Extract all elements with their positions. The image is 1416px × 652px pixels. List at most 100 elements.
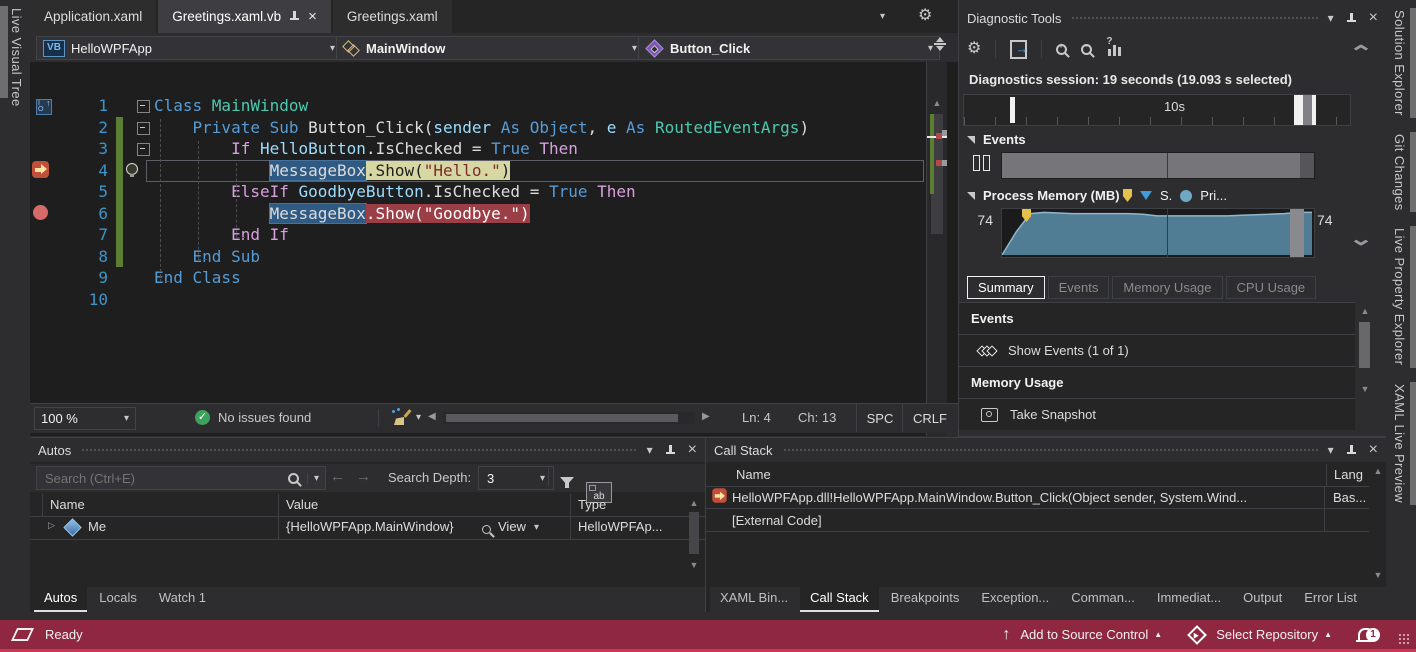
column-name[interactable]: Name bbox=[736, 467, 771, 482]
side-tab[interactable]: XAML Live Preview bbox=[1386, 382, 1416, 505]
editor-vertical-scrollbar[interactable]: ▲ ▼ bbox=[926, 62, 947, 436]
panel-tab[interactable]: Immediat... bbox=[1147, 587, 1231, 612]
add-to-source-control-button[interactable]: Add to Source Control bbox=[1020, 627, 1148, 642]
column-value[interactable]: Value bbox=[286, 497, 318, 512]
panel-tab[interactable]: Watch 1 bbox=[149, 587, 216, 612]
diagnostics-tab[interactable]: CPU Usage bbox=[1226, 276, 1317, 299]
breakpoint-margin[interactable] bbox=[32, 290, 52, 310]
code-cleanup-icon[interactable] bbox=[392, 409, 410, 425]
settings-gear-icon[interactable]: ⚙ bbox=[967, 41, 981, 57]
expander-icon[interactable]: ▷ bbox=[48, 520, 55, 531]
callstack-frame[interactable]: [External Code] bbox=[706, 509, 1369, 532]
search-depth-selector[interactable]: 3 ▾ bbox=[478, 466, 554, 490]
column-lang[interactable]: Lang bbox=[1334, 467, 1363, 482]
panel-header[interactable]: Diagnostic Tools ▾ × bbox=[959, 6, 1386, 30]
breakpoint-margin[interactable] bbox=[32, 161, 52, 181]
side-tab[interactable]: Solution Explorer bbox=[1386, 8, 1416, 118]
zoom-out-icon[interactable]: − bbox=[1081, 44, 1092, 55]
breakpoint-margin[interactable] bbox=[32, 118, 52, 138]
breakpoint-margin[interactable] bbox=[32, 182, 52, 202]
select-repository-button[interactable]: Select Repository bbox=[1216, 627, 1318, 642]
window-position-icon[interactable]: ▾ bbox=[1328, 12, 1334, 24]
restore-layout-icon[interactable] bbox=[11, 628, 34, 641]
project-dropdown[interactable]: VB HelloWPFApp ▾ bbox=[36, 36, 342, 60]
column-name[interactable]: Name bbox=[50, 497, 85, 512]
caret-up-icon[interactable]: ▲ bbox=[1154, 630, 1162, 639]
document-tab[interactable]: Greetings.xaml bbox=[333, 0, 452, 33]
breakpoint-margin[interactable] bbox=[32, 225, 52, 245]
panel-scroll-up-icon[interactable]: ⌃ bbox=[1348, 42, 1373, 65]
search-icon[interactable] bbox=[288, 473, 299, 484]
window-position-icon[interactable]: ▾ bbox=[647, 444, 653, 456]
events-track-cap[interactable] bbox=[1300, 153, 1314, 178]
panel-tab[interactable]: Exception... bbox=[971, 587, 1059, 612]
memory-section-header[interactable]: Process Memory (MB) bbox=[967, 188, 1120, 203]
export-icon[interactable] bbox=[1010, 40, 1027, 59]
document-tab[interactable]: Greetings.xaml.vb× bbox=[158, 0, 331, 33]
hscroll-left-icon[interactable]: ◀ bbox=[428, 411, 436, 422]
code-line[interactable]: 10 bbox=[30, 289, 926, 311]
search-back-icon[interactable]: ← bbox=[330, 468, 345, 485]
close-icon[interactable]: × bbox=[688, 443, 697, 457]
diagnostics-tab[interactable]: Events bbox=[1048, 276, 1110, 299]
member-dropdown[interactable]: Button_Click ▾ bbox=[638, 36, 940, 60]
events-section-header[interactable]: Events bbox=[967, 132, 1026, 147]
column-type[interactable]: Type bbox=[578, 497, 606, 512]
pin-icon[interactable] bbox=[289, 10, 300, 23]
panel-tab[interactable]: Error List bbox=[1294, 587, 1367, 612]
side-tab[interactable]: Git Changes bbox=[1386, 132, 1416, 213]
filter-icon[interactable] bbox=[560, 477, 574, 485]
sidebar-tab-live-visual-tree[interactable]: Live Visual Tree bbox=[9, 8, 24, 107]
pause-events-icon[interactable] bbox=[973, 154, 993, 172]
panel-tab[interactable]: XAML Bin... bbox=[710, 587, 798, 612]
summary-action[interactable]: Take Snapshot bbox=[959, 398, 1355, 430]
breakpoint-margin[interactable] bbox=[32, 204, 52, 224]
window-position-icon[interactable]: ▾ bbox=[1328, 444, 1334, 456]
fold-toggle-icon[interactable] bbox=[137, 122, 150, 135]
events-track[interactable] bbox=[1001, 152, 1315, 179]
side-tab[interactable]: Live Property Explorer bbox=[1386, 226, 1416, 367]
summary-scrollbar[interactable]: ▲ ▼ bbox=[1357, 306, 1373, 431]
search-box[interactable]: ▾ bbox=[36, 466, 326, 490]
memory-chart[interactable] bbox=[1001, 208, 1315, 258]
breakpoint-margin[interactable] bbox=[32, 139, 52, 159]
view-button[interactable]: View bbox=[498, 519, 526, 534]
repository-icon[interactable] bbox=[1187, 625, 1207, 645]
close-icon[interactable]: × bbox=[1369, 11, 1378, 25]
tabbar-gear-icon[interactable]: ⚙ bbox=[918, 8, 932, 24]
autos-scrollbar[interactable]: ▲ ▼ bbox=[686, 498, 702, 588]
document-tab[interactable]: Application.xaml bbox=[30, 0, 156, 33]
panel-tab[interactable]: Locals bbox=[89, 587, 147, 612]
scroll-up-icon[interactable]: ▲ bbox=[1357, 306, 1373, 316]
close-icon[interactable]: × bbox=[1369, 443, 1378, 457]
zoom-in-icon[interactable]: + bbox=[1056, 44, 1067, 55]
tab-list-chevron-icon[interactable]: ▾ bbox=[880, 11, 885, 22]
close-icon[interactable]: × bbox=[308, 8, 317, 25]
panel-scroll-down-icon[interactable]: ⌄ bbox=[1348, 228, 1373, 251]
selection-end-marker[interactable] bbox=[1312, 95, 1316, 125]
lightbulb-icon[interactable] bbox=[126, 163, 138, 175]
editor-margin-icon[interactable]: IO ↑ bbox=[36, 99, 52, 115]
chevron-down-icon[interactable]: ▾ bbox=[307, 473, 319, 484]
resize-grip[interactable] bbox=[1398, 633, 1410, 645]
breakpoint-margin[interactable] bbox=[32, 247, 52, 267]
scrollbar-thumb[interactable] bbox=[1359, 322, 1370, 368]
health-check-icon[interactable]: ✓ bbox=[195, 410, 210, 425]
scroll-up-icon[interactable]: ▲ bbox=[1370, 466, 1386, 476]
view-magnifier-icon[interactable] bbox=[482, 525, 491, 534]
scrollbar-thumb[interactable] bbox=[689, 512, 699, 554]
panel-header[interactable]: Call Stack ▾ × bbox=[706, 438, 1386, 462]
spaces-indicator[interactable]: SPC bbox=[856, 404, 903, 432]
panel-tab[interactable]: Output bbox=[1233, 587, 1292, 612]
callstack-frame[interactable]: HelloWPFApp.dll!HelloWPFApp.MainWindow.B… bbox=[706, 486, 1369, 509]
panel-tab[interactable]: Comman... bbox=[1061, 587, 1145, 612]
timeline-ruler[interactable]: 10s bbox=[963, 94, 1351, 126]
search-input[interactable] bbox=[43, 470, 280, 487]
scroll-down-icon[interactable]: ▼ bbox=[1357, 384, 1373, 394]
panel-tab[interactable]: Call Stack bbox=[800, 587, 879, 612]
scroll-down-icon[interactable]: ▼ bbox=[686, 560, 702, 570]
scrollbar-thumb[interactable] bbox=[446, 414, 678, 422]
chevron-down-icon[interactable]: ▾ bbox=[416, 412, 421, 423]
selection-start-marker[interactable] bbox=[1294, 95, 1303, 125]
editor-split-handle[interactable] bbox=[930, 37, 950, 51]
